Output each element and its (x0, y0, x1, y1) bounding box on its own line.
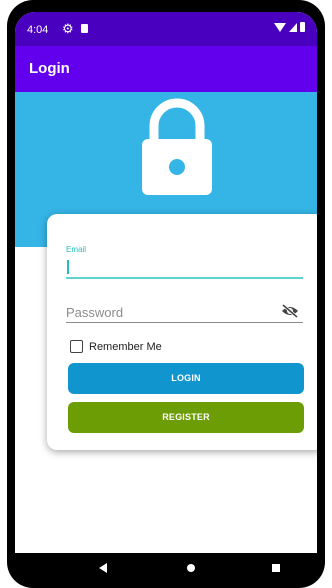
lock-icon (142, 98, 212, 195)
home-icon[interactable] (187, 564, 195, 572)
password-field[interactable] (66, 303, 303, 323)
email-label: Email (66, 245, 87, 254)
signal-icon (289, 22, 297, 32)
visibility-off-icon[interactable] (281, 304, 299, 318)
status-right-icons (274, 22, 305, 32)
phone-frame: 4:04 ⚙ Login Email Remember Me LOGIN REG… (7, 0, 325, 588)
remember-me-row[interactable]: Remember Me (70, 340, 162, 353)
back-icon[interactable] (99, 563, 107, 573)
battery-icon (300, 22, 305, 32)
recents-icon[interactable] (272, 564, 280, 572)
app-bar: Login (15, 46, 317, 92)
screen: 4:04 ⚙ Login Email Remember Me LOGIN REG… (15, 12, 317, 585)
settings-icon: ⚙ (62, 21, 74, 36)
text-cursor (67, 260, 69, 274)
login-button[interactable]: LOGIN (68, 363, 304, 394)
login-card: Email Remember Me LOGIN REGISTER (47, 214, 317, 450)
navigation-bar (15, 553, 317, 585)
email-field[interactable] (66, 259, 303, 279)
page-title: Login (29, 60, 70, 77)
remember-me-label: Remember Me (89, 340, 162, 353)
sd-card-icon (81, 24, 88, 33)
wifi-icon (274, 22, 286, 32)
status-bar: 4:04 ⚙ (15, 12, 317, 46)
remember-me-checkbox[interactable] (70, 340, 83, 353)
register-button[interactable]: REGISTER (68, 402, 304, 433)
status-time: 4:04 (27, 24, 49, 36)
